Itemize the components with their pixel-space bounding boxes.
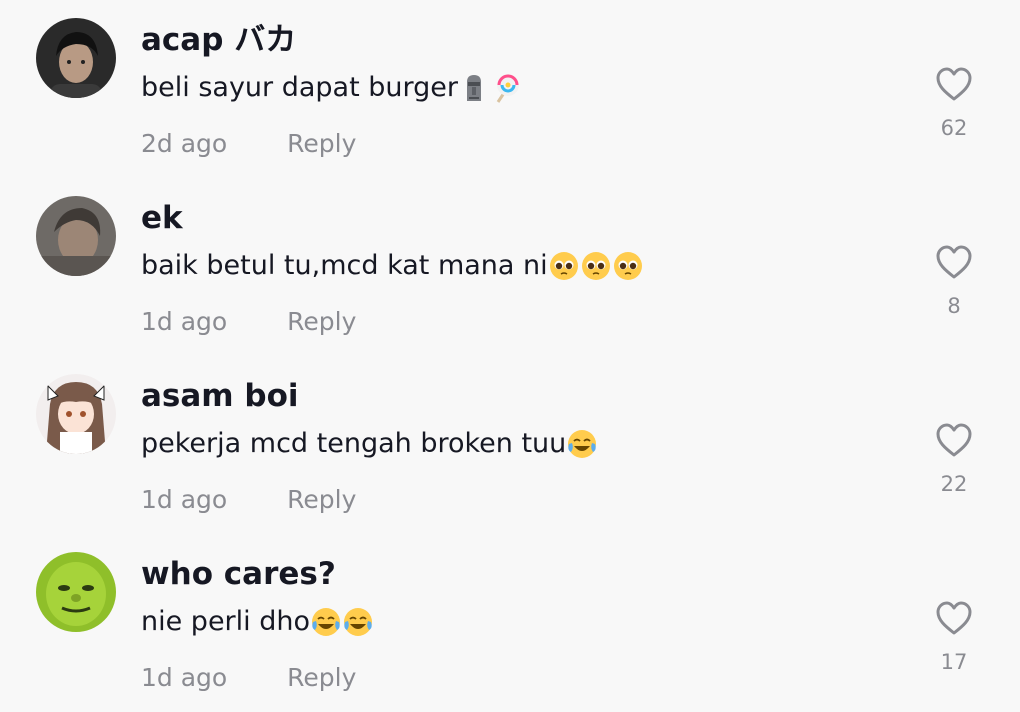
- comment-text: baik betul tu,mcd kat mana ni: [141, 246, 644, 286]
- tears-of-joy-emoji: [566, 428, 598, 460]
- pleading-face-emoji: [548, 250, 580, 282]
- like-count: 8: [947, 294, 961, 318]
- comment-item: who cares? nie perli dho 1d ago Reply 17: [0, 534, 1020, 712]
- reply-button[interactable]: Reply: [287, 482, 356, 518]
- username[interactable]: ek: [141, 196, 183, 240]
- comment-item: ek baik betul tu,mcd kat mana ni 1d ago …: [0, 178, 1020, 356]
- avatar-image: [36, 196, 116, 276]
- avatar-image: [36, 552, 116, 632]
- avatar[interactable]: [36, 374, 116, 454]
- username[interactable]: who cares?: [141, 552, 336, 596]
- reply-button[interactable]: Reply: [287, 304, 356, 340]
- reply-button[interactable]: Reply: [287, 660, 356, 696]
- like-button[interactable]: 8: [926, 244, 982, 330]
- like-button[interactable]: 22: [926, 422, 982, 508]
- comment-item: acap バカ beli sayur dapat burger 2d ago R…: [0, 0, 1020, 178]
- timestamp: 1d ago: [141, 663, 228, 692]
- tears-of-joy-emoji: [342, 606, 374, 638]
- like-button[interactable]: 62: [926, 66, 982, 152]
- comment-text: pekerja mcd tengah broken tuu: [141, 424, 598, 464]
- like-count: 22: [940, 472, 968, 496]
- comment-meta: 1d ago Reply: [141, 660, 356, 696]
- timestamp: 1d ago: [141, 485, 228, 514]
- moai-emoji: [458, 72, 490, 104]
- comment-text-content: pekerja mcd tengah broken tuu: [141, 428, 567, 459]
- tears-of-joy-emoji: [310, 606, 342, 638]
- comment-text-content: nie perli dho: [141, 606, 311, 637]
- avatar-image: [36, 18, 116, 98]
- like-button[interactable]: 17: [926, 600, 982, 686]
- comment-text: beli sayur dapat burger: [141, 68, 522, 108]
- heart-outline-icon: [936, 601, 972, 635]
- like-count: 62: [940, 116, 968, 140]
- timestamp: 1d ago: [141, 307, 228, 336]
- comment-list: acap バカ beli sayur dapat burger 2d ago R…: [0, 0, 1020, 706]
- timestamp: 2d ago: [141, 129, 228, 158]
- reply-button[interactable]: Reply: [287, 126, 356, 162]
- pleading-face-emoji: [580, 250, 612, 282]
- username[interactable]: acap バカ: [141, 18, 296, 62]
- comment-meta: 1d ago Reply: [141, 304, 356, 340]
- avatar[interactable]: [36, 552, 116, 632]
- heart-outline-icon: [936, 423, 972, 457]
- heart-outline-icon: [936, 67, 972, 101]
- comment-text-content: baik betul tu,mcd kat mana ni: [141, 250, 548, 281]
- avatar-image: [36, 374, 116, 454]
- comment-meta: 1d ago Reply: [141, 482, 356, 518]
- avatar[interactable]: [36, 18, 116, 98]
- comment-text-content: beli sayur dapat burger: [141, 72, 458, 103]
- comment-item: asam boi pekerja mcd tengah broken tuu 1…: [0, 356, 1020, 534]
- username[interactable]: asam boi: [141, 374, 299, 418]
- avatar[interactable]: [36, 196, 116, 276]
- heart-outline-icon: [936, 245, 972, 279]
- pleading-face-emoji: [612, 250, 644, 282]
- comment-meta: 2d ago Reply: [141, 126, 356, 162]
- like-count: 17: [940, 650, 968, 674]
- lollipop-emoji: [490, 72, 522, 104]
- comment-text: nie perli dho: [141, 602, 374, 642]
